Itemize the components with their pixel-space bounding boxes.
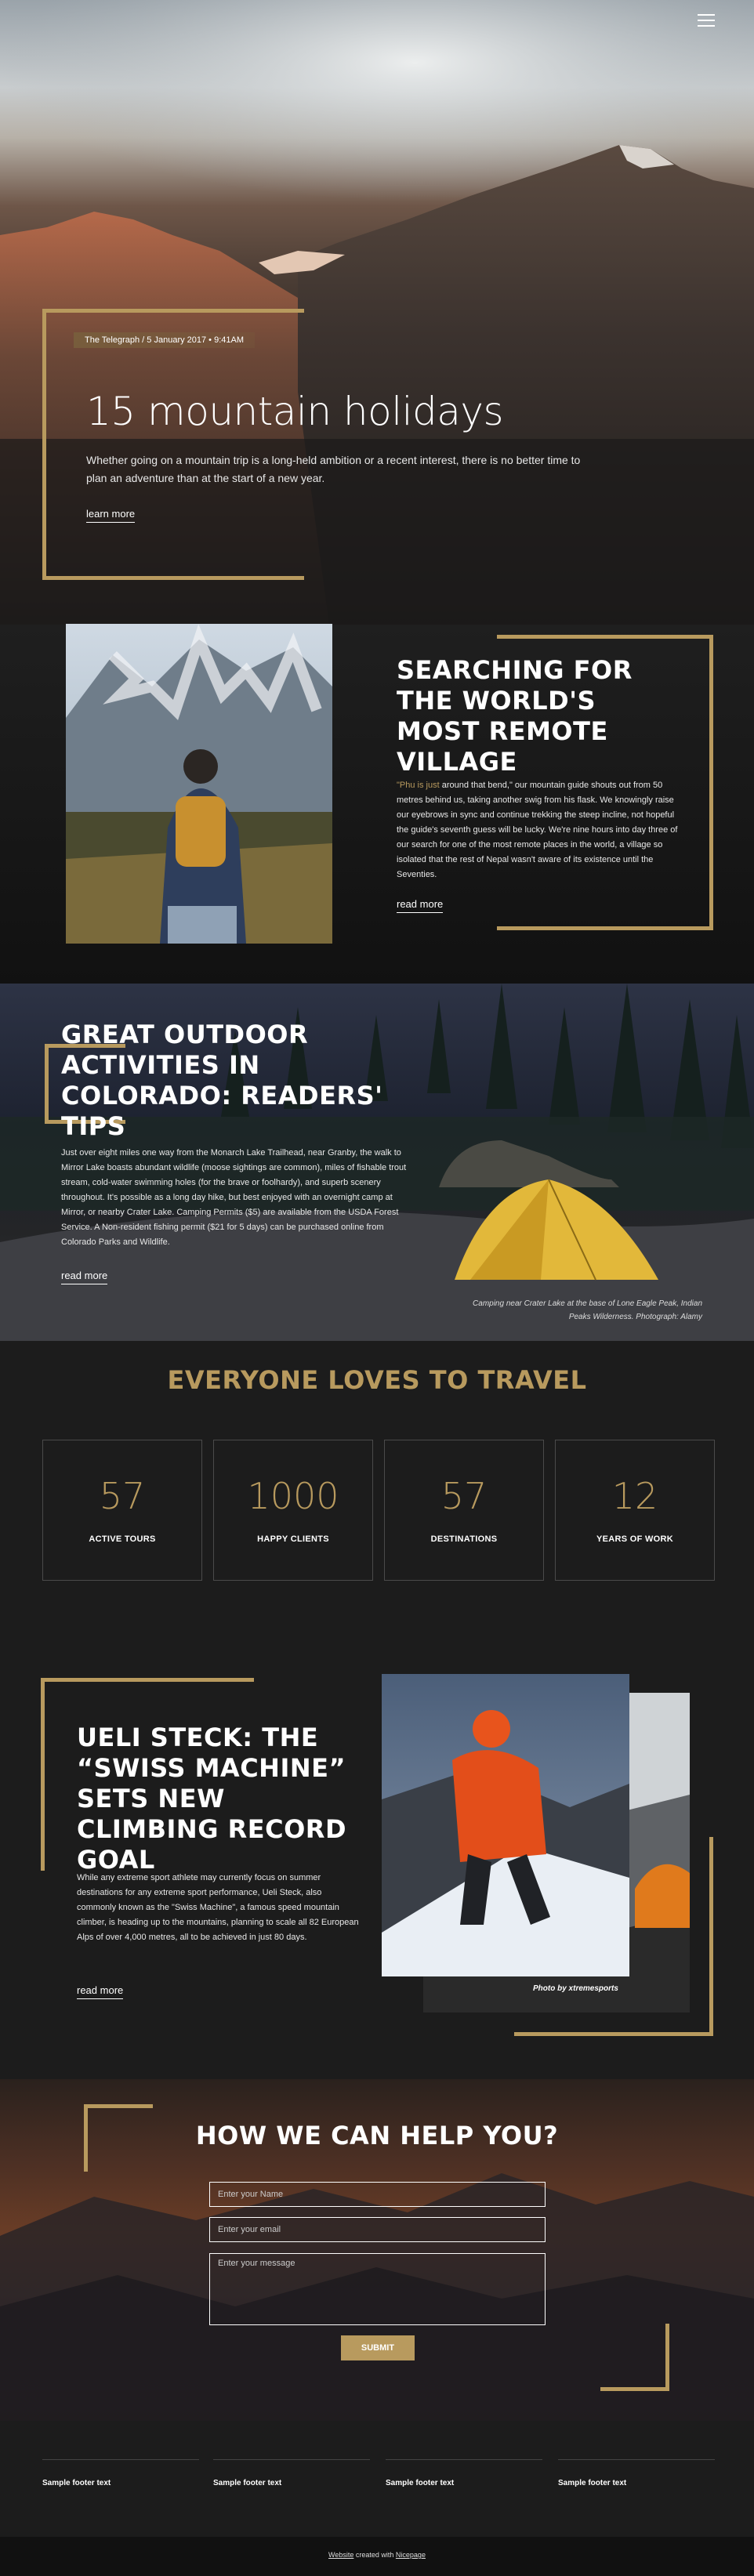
village-read-more-link[interactable]: read more: [397, 898, 444, 913]
stat-label: DESTINATIONS: [430, 1534, 498, 1544]
colorado-read-more-link[interactable]: read more: [61, 1270, 108, 1284]
hamburger-icon[interactable]: [698, 14, 715, 27]
nicepage-link[interactable]: Nicepage: [396, 2551, 426, 2559]
help-title: HOW WE CAN HELP YOU?: [195, 2121, 559, 2150]
ueli-title: UELI STECK: THE “SWISS MACHINE” SETS NEW…: [77, 1723, 346, 1875]
hero-decorative-frame: [42, 309, 304, 580]
footer-column: Sample footer text: [213, 2459, 370, 2487]
ueli-text: While any extreme sport athlete may curr…: [77, 1873, 359, 1942]
copyright-text: created with: [353, 2551, 396, 2559]
stat-label: ACTIVE TOURS: [89, 1534, 156, 1544]
stat-label: YEARS OF WORK: [596, 1534, 673, 1544]
climber-photo: [382, 1674, 629, 1976]
stat-number: 12: [611, 1475, 658, 1517]
hero-text: Whether going on a mountain trip is a lo…: [86, 454, 581, 484]
submit-button[interactable]: SUBMIT: [341, 2335, 415, 2360]
stats-title: EVERYONE LOVES TO TRAVEL: [167, 1365, 587, 1395]
ueli-read-more-link[interactable]: read more: [77, 1984, 124, 1999]
email-input[interactable]: [209, 2217, 546, 2242]
stat-number: 57: [440, 1475, 488, 1517]
colorado-title: GREAT OUTDOOR ACTIVITIES IN COLORADO: RE…: [61, 1020, 383, 1141]
stat-card: 57 DESTINATIONS: [384, 1440, 544, 1581]
footer-column: Sample footer text: [386, 2459, 542, 2487]
village-title: SEARCHING FOR THE WORLD'S MOST REMOTE VI…: [397, 655, 633, 777]
learn-more-link[interactable]: learn more: [86, 508, 136, 523]
stat-number: 57: [99, 1475, 146, 1517]
hero-dateline: The Telegraph / 5 January 2017 • 9:41AM: [74, 332, 256, 348]
help-frame-bottom: [600, 2324, 669, 2391]
village-text-body: around that bend," our mountain guide sh…: [397, 781, 678, 879]
stat-label: HAPPY CLIENTS: [257, 1534, 329, 1544]
name-input[interactable]: [209, 2182, 546, 2207]
website-link[interactable]: Website: [328, 2551, 353, 2559]
copyright: Website created with Nicepage: [0, 2551, 754, 2559]
stat-card: 12 YEARS OF WORK: [555, 1440, 715, 1581]
footer-column: Sample footer text: [42, 2459, 199, 2487]
footer-column: Sample footer text: [558, 2459, 715, 2487]
photo-caption: Camping near Crater Lake at the base of …: [473, 1299, 702, 1321]
photo-credit: Photo by xtremesports: [533, 1984, 618, 1993]
stat-card: 1000 HAPPY CLIENTS: [213, 1440, 373, 1581]
hero-title: 15 mountain holidays: [86, 389, 504, 434]
village-text: "Phu is just around that bend," our moun…: [397, 778, 679, 882]
stat-number: 1000: [247, 1475, 339, 1517]
hiker-photo: [66, 624, 332, 944]
colorado-text: Just over eight miles one way from the M…: [61, 1148, 407, 1247]
message-input[interactable]: [209, 2253, 546, 2325]
village-text-highlight: "Phu is just: [397, 781, 440, 790]
stat-card: 57 ACTIVE TOURS: [42, 1440, 202, 1581]
